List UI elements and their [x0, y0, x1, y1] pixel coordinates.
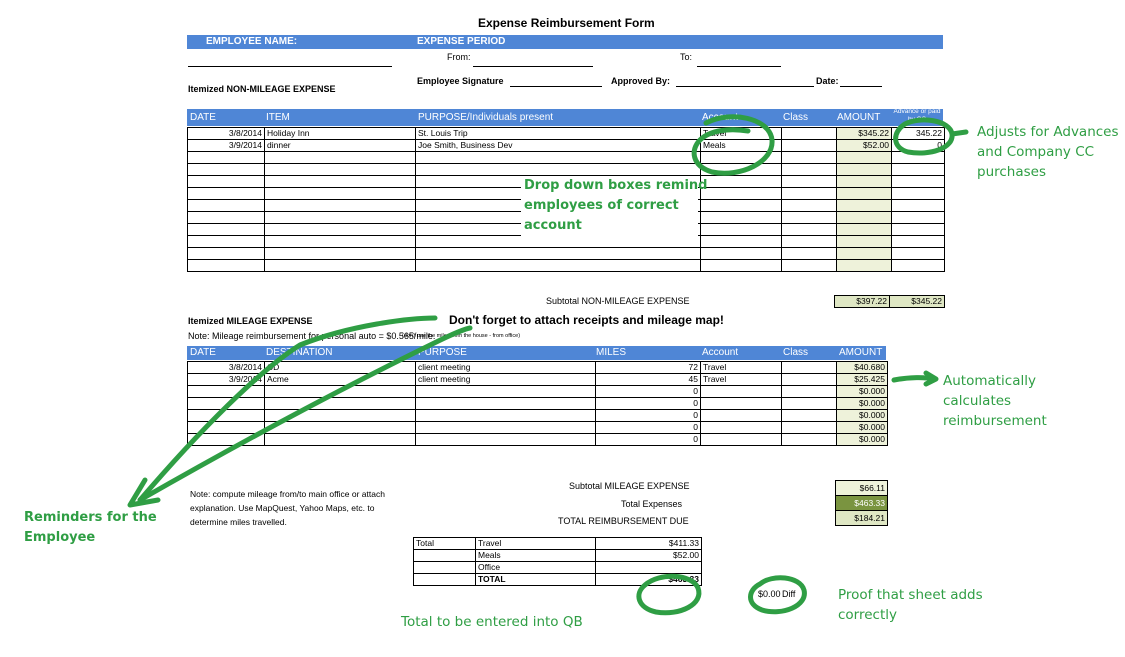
arrow-advance-mark [949, 129, 969, 137]
circle-total-mark [636, 573, 702, 616]
arrow-auto-mark [891, 375, 937, 383]
annotation-marks [127, 114, 969, 616]
circle-advance-mark [893, 117, 955, 156]
circle-diff-mark [748, 575, 807, 615]
circle-account-mark [691, 114, 775, 176]
reminder-arrow-line2 [137, 325, 473, 503]
